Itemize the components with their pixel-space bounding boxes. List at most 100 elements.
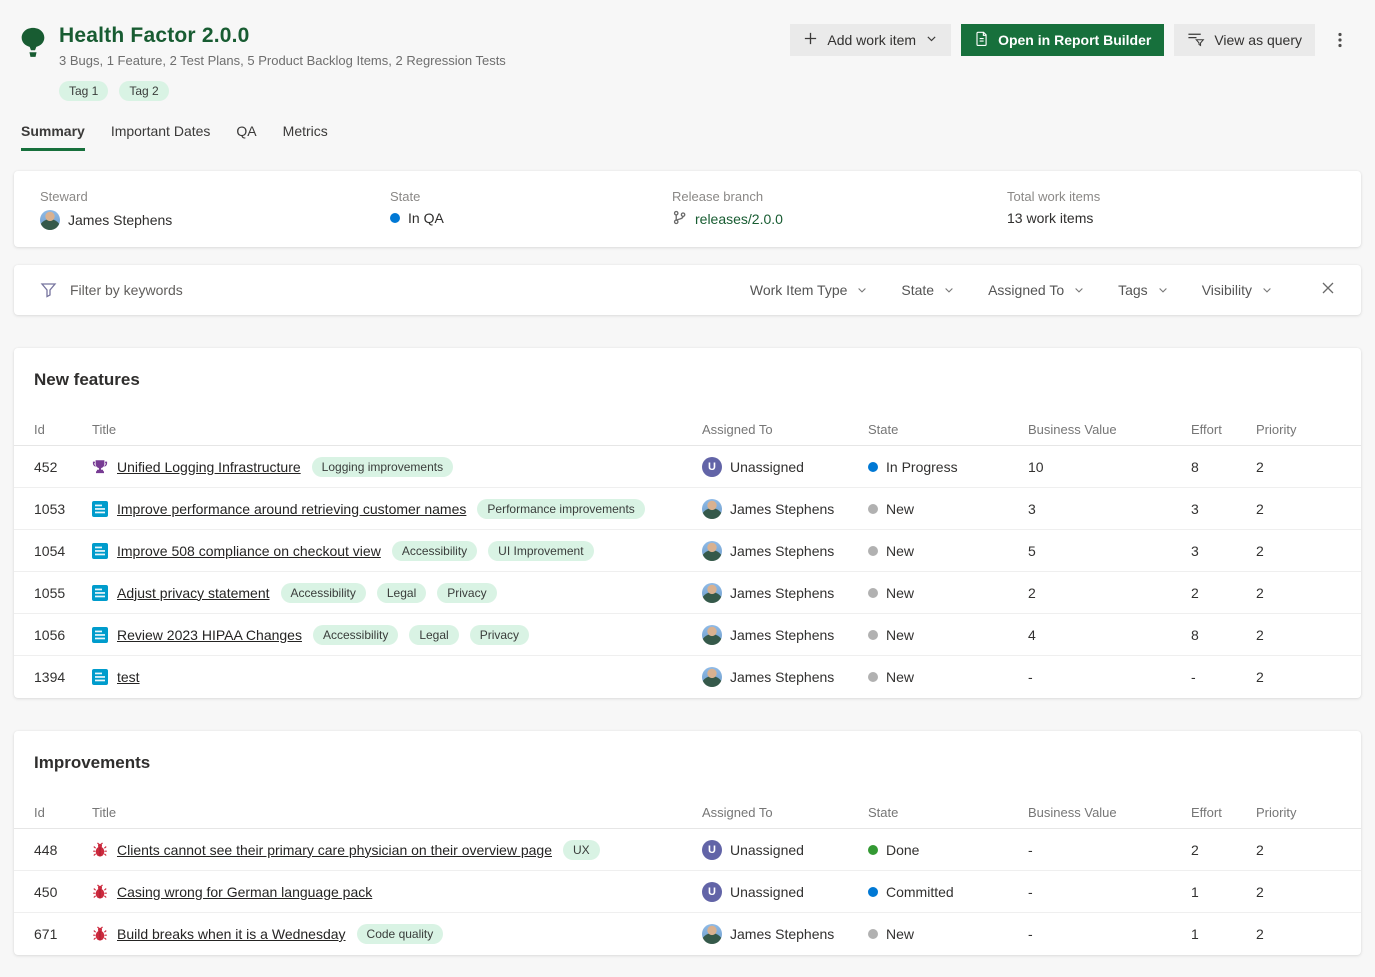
column-header-business-value: Business Value: [1028, 805, 1191, 820]
work-item-tag: Performance improvements: [477, 499, 644, 519]
view-as-query-button[interactable]: View as query: [1174, 24, 1315, 56]
work-item-id: 1056: [34, 627, 92, 643]
work-item-title-cell: Improve performance around retrieving cu…: [92, 499, 702, 519]
assignee-name: James Stephens: [730, 669, 834, 685]
user-avatar: [702, 499, 722, 519]
work-item-link[interactable]: Adjust privacy statement: [117, 585, 270, 601]
work-item-id: 1054: [34, 543, 92, 559]
filter-work-item-type-dropdown[interactable]: Work Item Type: [750, 282, 869, 298]
state-dot: [868, 588, 878, 598]
filter-funnel-icon: [40, 282, 57, 298]
state-label: New: [886, 669, 914, 685]
state-dot: [868, 929, 878, 939]
total-work-items-label: Total work items: [1007, 189, 1335, 204]
filter-assigned-to-dropdown[interactable]: Assigned To: [988, 282, 1085, 298]
state-label: New: [886, 926, 914, 942]
work-item-title-cell: Unified Logging InfrastructureLogging im…: [92, 457, 702, 477]
filter-tags-dropdown[interactable]: Tags: [1118, 282, 1169, 298]
assignee-name: James Stephens: [730, 501, 834, 517]
column-header-state: State: [868, 805, 1028, 820]
clear-filter-close-icon[interactable]: [1321, 281, 1335, 300]
effort-cell: -: [1191, 669, 1256, 685]
state-cell: New: [868, 627, 1028, 643]
work-item-summary-text: 3 Bugs, 1 Feature, 2 Test Plans, 5 Produ…: [59, 53, 506, 68]
state-cell: Done: [868, 842, 1028, 858]
pbi-icon: [92, 585, 108, 601]
unassigned-avatar: U: [702, 882, 722, 902]
release-branch-link[interactable]: releases/2.0.0: [695, 211, 783, 227]
more-actions-kebab-button[interactable]: [1325, 24, 1355, 56]
release-state-value: In QA: [408, 210, 444, 226]
assignee-name: Unassigned: [730, 842, 804, 858]
state-dot: [868, 672, 878, 682]
work-item-link[interactable]: Review 2023 HIPAA Changes: [117, 627, 302, 643]
add-work-item-button[interactable]: Add work item: [790, 24, 951, 56]
total-work-items-value: 13 work items: [1007, 210, 1093, 226]
assigned-to-cell: James Stephens: [702, 499, 868, 519]
work-item-tag: Accessibility: [281, 583, 366, 603]
work-item-link[interactable]: Clients cannot see their primary care ph…: [117, 842, 552, 858]
state-cell: New: [868, 669, 1028, 685]
work-item-link[interactable]: Build breaks when it is a Wednesday: [117, 926, 346, 942]
table-row: 452Unified Logging InfrastructureLogging…: [14, 446, 1361, 488]
assigned-to-cell: James Stephens: [702, 667, 868, 687]
effort-cell: 2: [1191, 585, 1256, 601]
business-value-cell: 3: [1028, 501, 1191, 517]
assignee-name: Unassigned: [730, 459, 804, 475]
business-value-cell: 2: [1028, 585, 1191, 601]
priority-cell: 2: [1256, 669, 1341, 685]
steward-field: Steward James Stephens: [40, 189, 390, 230]
column-header-effort: Effort: [1191, 422, 1256, 437]
work-item-id: 1055: [34, 585, 92, 601]
tab-bar: Summary Important Dates QA Metrics: [21, 123, 1361, 151]
assigned-to-cell: UUnassigned: [702, 840, 868, 860]
priority-cell: 2: [1256, 627, 1341, 643]
work-item-tag: UX: [563, 840, 600, 860]
table-row: 450Casing wrong for German language pack…: [14, 871, 1361, 913]
filter-state-dropdown[interactable]: State: [901, 282, 955, 298]
work-item-title-cell: Improve 508 compliance on checkout viewA…: [92, 541, 702, 561]
view-as-query-label: View as query: [1214, 32, 1302, 48]
table-header-row: IdTitleAssigned ToStateBusiness ValueEff…: [14, 797, 1361, 829]
work-item-link[interactable]: test: [117, 669, 140, 685]
work-item-title-cell: Adjust privacy statement Accessibility Leg…: [92, 583, 702, 603]
state-label: New: [886, 627, 914, 643]
release-state-dot: [390, 213, 400, 223]
open-report-builder-label: Open in Report Builder: [998, 32, 1151, 48]
plus-icon: [803, 31, 818, 49]
state-cell: Committed: [868, 884, 1028, 900]
effort-cell: 3: [1191, 543, 1256, 559]
work-item-tag: Legal: [377, 583, 426, 603]
table-row: 671Build breaks when it is a WednesdayCo…: [14, 913, 1361, 955]
work-item-link[interactable]: Improve performance around retrieving cu…: [117, 501, 466, 517]
work-item-tag: Privacy: [470, 625, 529, 645]
release-info-card: Steward James Stephens State In QA Relea…: [14, 171, 1361, 247]
tab-metrics[interactable]: Metrics: [283, 123, 328, 151]
work-item-link[interactable]: Casing wrong for German language pack: [117, 884, 372, 900]
filter-visibility-dropdown[interactable]: Visibility: [1202, 282, 1273, 298]
filter-dropdowns: Work Item Type State Assigned To Tags Vi…: [750, 282, 1273, 298]
open-report-builder-button[interactable]: Open in Report Builder: [961, 24, 1164, 56]
table-row: 1054Improve 508 compliance on checkout v…: [14, 530, 1361, 572]
work-item-link[interactable]: Improve 508 compliance on checkout view: [117, 543, 381, 559]
tab-qa[interactable]: QA: [236, 123, 256, 151]
work-item-title-cell: Casing wrong for German language pack: [92, 884, 702, 900]
state-label: New: [886, 543, 914, 559]
work-item-link[interactable]: Unified Logging Infrastructure: [117, 459, 301, 475]
work-item-title-cell: Build breaks when it is a WednesdayCode …: [92, 924, 702, 944]
tab-summary[interactable]: Summary: [21, 123, 85, 151]
chevron-down-icon: [1157, 284, 1169, 296]
state-dot: [868, 845, 878, 855]
assigned-to-cell: U Unassigned: [702, 882, 868, 902]
tab-important-dates[interactable]: Important Dates: [111, 123, 211, 151]
release-tag: Tag 2: [119, 81, 168, 101]
assignee-name: Unassigned: [730, 884, 804, 900]
keyword-filter-input[interactable]: [70, 282, 390, 298]
column-header-id: Id: [34, 805, 92, 820]
query-filter-icon: [1187, 31, 1205, 50]
priority-cell: 2: [1256, 884, 1341, 900]
column-header-id: Id: [34, 422, 92, 437]
business-value-cell: 4: [1028, 627, 1191, 643]
release-state-label: State: [390, 189, 672, 204]
release-branch-field: Release branch releases/2.0.0: [672, 189, 1007, 230]
